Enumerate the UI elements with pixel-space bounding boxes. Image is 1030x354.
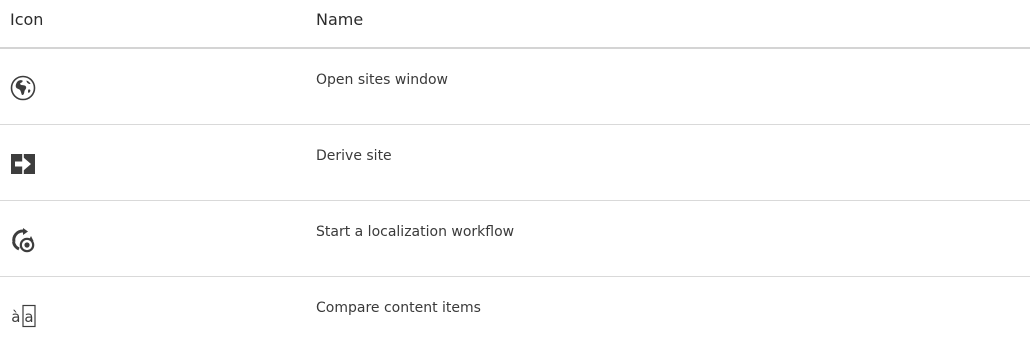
row-name: Derive site (316, 148, 392, 164)
table-row: à a Compare content items (0, 277, 1030, 353)
localization-workflow-icon (10, 227, 36, 253)
globe-icon (10, 75, 36, 101)
compare-content-icon: à a (10, 303, 36, 329)
row-name: Compare content items (316, 300, 481, 316)
svg-text:à: à (11, 308, 20, 326)
table-row: Derive site (0, 125, 1030, 201)
svg-text:a: a (24, 308, 33, 326)
table-header-row: Icon Name (0, 0, 1030, 49)
derive-site-icon (10, 151, 36, 177)
icon-table: Icon Name Open sites window Derive site (0, 0, 1030, 353)
table-row: Open sites window (0, 49, 1030, 125)
table-row: Start a localization workflow (0, 201, 1030, 277)
header-icon-column: Icon (10, 10, 44, 29)
row-name: Start a localization workflow (316, 224, 515, 240)
row-name: Open sites window (316, 72, 448, 88)
header-name-column: Name (316, 10, 364, 29)
